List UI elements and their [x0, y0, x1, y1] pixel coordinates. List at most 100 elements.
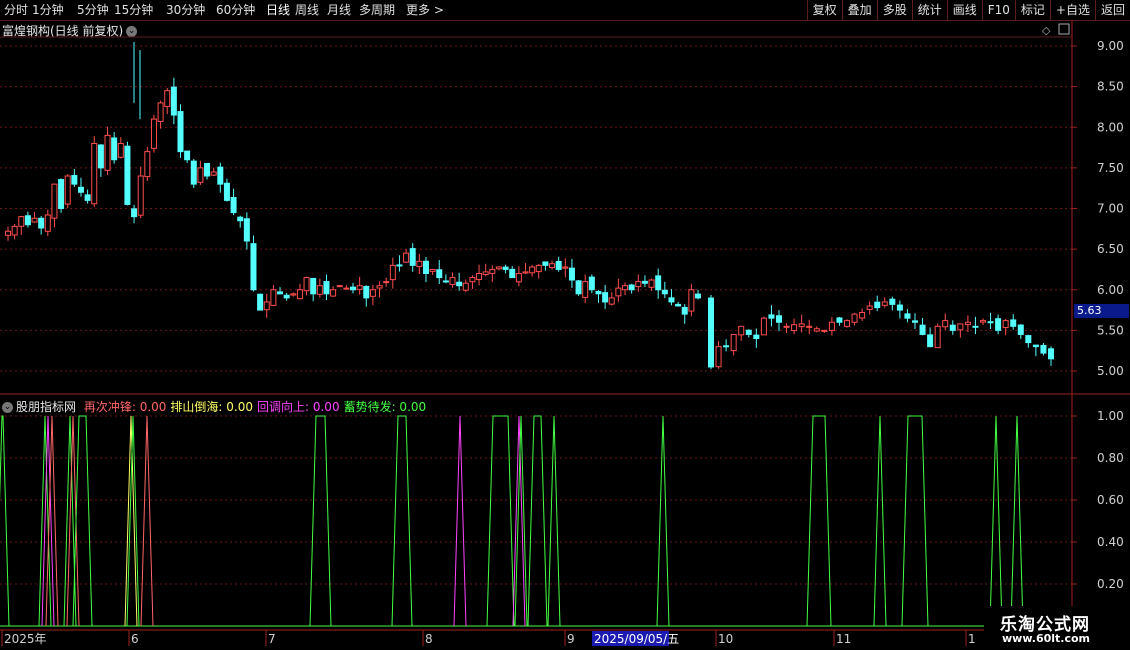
period-tab-3[interactable]: 15分钟 — [114, 2, 153, 18]
candle-body — [210, 171, 217, 176]
period-tab-7[interactable]: 周线 — [295, 2, 319, 18]
candle-body — [555, 260, 562, 270]
y-tick-label: 8.00 — [1097, 120, 1124, 134]
pulse-green — [547, 415, 561, 627]
candle-body — [277, 291, 284, 295]
candle-body — [131, 208, 138, 218]
candle-body — [942, 320, 949, 328]
pulse-magenta — [512, 415, 526, 627]
y-tick-label: 5.50 — [1097, 323, 1124, 337]
candle-body — [469, 277, 476, 283]
candle-body — [243, 218, 250, 242]
candle-body — [429, 268, 436, 272]
candle-body — [250, 243, 257, 291]
candle-body — [588, 276, 595, 291]
menu-button-0[interactable]: 复权 — [806, 0, 842, 20]
candle-body — [575, 280, 582, 295]
candle-body — [237, 216, 244, 222]
y-tick-label: 6.00 — [1097, 283, 1124, 297]
pulse-green — [989, 415, 1003, 627]
menu-button-1[interactable]: 叠加 — [841, 0, 877, 20]
y-tick-label: 6.50 — [1097, 242, 1124, 256]
candle-body — [383, 281, 390, 284]
menu-button-2[interactable]: 多股 — [876, 0, 912, 20]
chevron-down-icon[interactable]: ⌄ — [126, 26, 138, 37]
candle-body — [369, 289, 376, 297]
candle-body — [957, 323, 964, 331]
pulse-green — [126, 415, 140, 627]
candle-body — [730, 333, 737, 352]
candle-body — [949, 324, 956, 331]
pulse-green — [656, 415, 670, 627]
candle-body — [791, 324, 798, 332]
period-tab-6[interactable]: 日线 — [266, 2, 290, 18]
y-tick-label: 8.50 — [1097, 80, 1124, 94]
x-axis-label: 9 — [567, 632, 575, 646]
price-chart[interactable]: 9.00 8.50 8.00 7.50 7.00 6.50 6.00 5.50 5.00 1.00… — [0, 0, 1130, 650]
candle-body — [522, 271, 529, 274]
indicator-y-tick-label: 1.00 — [1097, 409, 1124, 423]
indicator-line-label-2: 回调向上: 0.00 — [257, 400, 340, 414]
candle-body — [568, 267, 575, 281]
candle-body — [874, 301, 881, 309]
candle-body — [482, 271, 489, 276]
pulse-green — [309, 415, 332, 627]
candle-body — [97, 144, 104, 169]
candle-body — [164, 90, 171, 107]
candle-body — [137, 175, 144, 216]
candle-body — [403, 252, 410, 263]
candle-body — [184, 150, 191, 161]
candle-body — [489, 268, 496, 274]
menu-button-3[interactable]: 统计 — [911, 0, 947, 20]
candle-body — [310, 277, 317, 295]
candle-body — [5, 230, 11, 236]
candle-body — [456, 281, 463, 287]
period-tab-2[interactable]: 5分钟 — [77, 2, 109, 18]
candle-body — [170, 86, 177, 116]
chevron-down-icon[interactable]: ⌄ — [2, 402, 13, 413]
candle-body — [866, 305, 873, 310]
period-tab-8[interactable]: 月线 — [327, 2, 351, 18]
candle-body — [476, 273, 483, 280]
candle-body — [776, 315, 782, 323]
y-tick-label: 7.50 — [1097, 161, 1124, 175]
candle-body — [316, 285, 323, 295]
period-tab-0[interactable]: 分时 — [4, 2, 28, 18]
period-tab-1[interactable]: 1分钟 — [32, 2, 64, 18]
menu-button-7[interactable]: +自选 — [1049, 0, 1095, 20]
candle-body — [688, 289, 695, 312]
candle-body — [91, 143, 98, 205]
x-axis-label: 6 — [131, 632, 139, 646]
pulse-green — [72, 415, 93, 627]
candle-body — [675, 303, 682, 307]
pulse-yellow — [124, 415, 138, 627]
period-tab-10[interactable]: 更多 > — [406, 2, 444, 18]
menu-button-5[interactable]: F10 — [981, 0, 1015, 20]
menu-button-8[interactable]: 返回 — [1094, 0, 1130, 20]
period-tab-4[interactable]: 30分钟 — [166, 2, 205, 18]
candle-body — [836, 317, 843, 323]
candle-body — [396, 264, 403, 267]
period-tab-9[interactable]: 多周期 — [359, 2, 395, 18]
candle-body — [851, 313, 858, 323]
current-price-tag: 5.63 — [1074, 304, 1129, 318]
menu-button-4[interactable]: 画线 — [946, 0, 982, 20]
candle-body — [964, 321, 971, 326]
menu-button-6[interactable]: 标记 — [1014, 0, 1050, 20]
candle-body — [190, 160, 197, 185]
pulse-magenta — [453, 415, 467, 627]
candle-body — [389, 264, 396, 281]
candle-body — [150, 118, 157, 149]
candle-body — [350, 286, 356, 291]
x-axis-label: 8 — [425, 632, 433, 646]
pulse-green — [514, 415, 528, 627]
indicator-line-label-1: 排山倒海: 0.00 — [170, 400, 253, 414]
candle-body — [263, 301, 270, 311]
pulse-green — [901, 415, 929, 627]
candle-body — [661, 289, 668, 295]
candle-body — [336, 285, 343, 288]
indicator-y-tick-label: 0.40 — [1097, 535, 1124, 549]
period-tab-5[interactable]: 60分钟 — [216, 2, 255, 18]
candle-body — [77, 186, 84, 193]
candle-body — [44, 214, 51, 232]
